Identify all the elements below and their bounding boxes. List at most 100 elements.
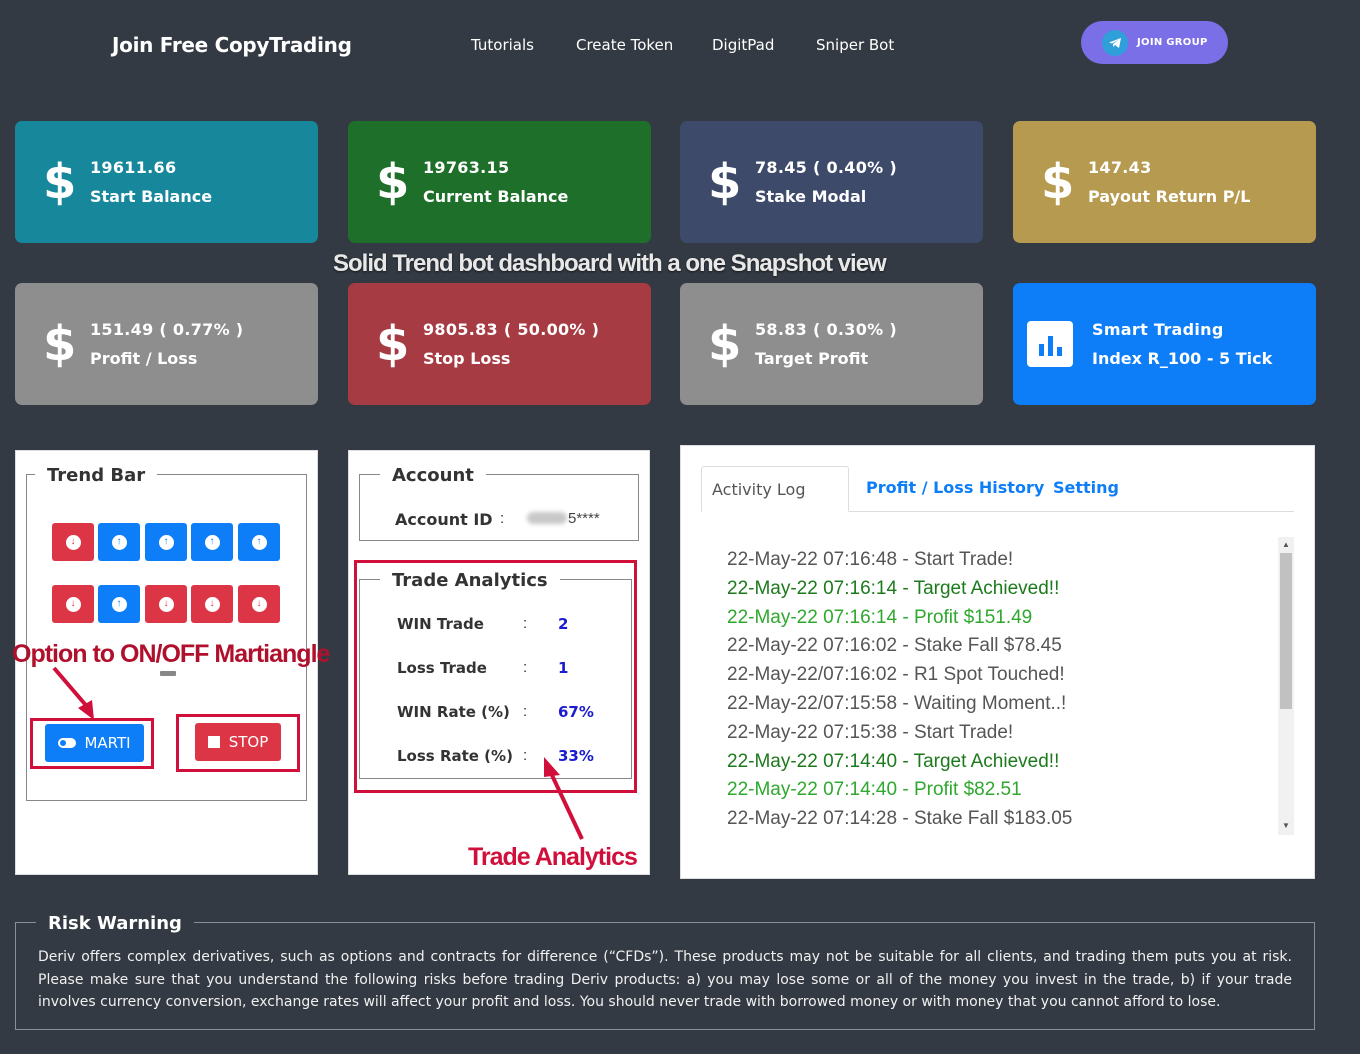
bar-chart-icon: [1027, 321, 1073, 367]
stop-loss-card: $ 9805.83 ( 50.00% ) Stop Loss: [348, 283, 651, 405]
arrow-up-icon: ↑: [204, 534, 220, 550]
trend-down-indicator: ↓: [145, 585, 187, 623]
log-entry: 22-May-22 07:16:14 - Profit $151.49: [727, 607, 1033, 628]
overlay-caption: Solid Trend bot dashboard with a one Sna…: [333, 250, 887, 277]
card-value: 9805.83 ( 50.00% ): [423, 320, 600, 339]
log-entry: 22-May-22 07:15:38 - Start Trade!: [727, 722, 1014, 743]
win-trade-value: 2: [558, 615, 569, 633]
log-entry: 22-May-22 07:16:14 - Target Achieved!!: [727, 578, 1060, 599]
scrollbar-thumb[interactable]: [1280, 553, 1292, 709]
log-scrollbar[interactable]: ▲ ▼: [1278, 537, 1294, 835]
brand-logo-text[interactable]: Join Free CopyTrading: [112, 33, 352, 57]
dollar-icon: $: [43, 154, 77, 210]
card-value: 151.49 ( 0.77% ): [90, 320, 244, 339]
arrow-up-icon: ↑: [158, 534, 174, 550]
trend-up-indicator: ↑: [98, 523, 140, 561]
tab-profit-loss-history[interactable]: Profit / Loss History: [866, 478, 1044, 497]
toggle-switch-icon: [58, 738, 77, 748]
win-trade-label: WIN Trade: [397, 615, 484, 633]
dollar-icon: $: [708, 316, 742, 372]
log-entry: 22-May-22 07:16:48 - Start Trade!: [727, 549, 1014, 570]
win-rate-value: 67%: [558, 703, 594, 721]
log-entry: 22-May-22/07:16:02 - R1 Spot Touched!: [727, 664, 1065, 685]
dollar-icon: $: [1041, 154, 1075, 210]
smart-trading-card: Smart Trading Index R_100 - 5 Tick: [1013, 283, 1316, 405]
card-label: Stake Modal: [755, 187, 867, 206]
card-label: Index R_100 - 5 Tick: [1092, 349, 1273, 368]
scroll-up-icon[interactable]: ▲: [1282, 540, 1290, 549]
account-id-label: Account ID: [395, 510, 493, 529]
card-label: Start Balance: [90, 187, 213, 206]
nav-link-tutorials[interactable]: Tutorials: [471, 36, 534, 54]
card-value: 19611.66: [90, 158, 177, 177]
tab-setting[interactable]: Setting: [1053, 478, 1119, 497]
trend-down-indicator: ↓: [52, 523, 94, 561]
card-label: Payout Return P/L: [1088, 187, 1251, 206]
trend-up-indicator: ↑: [191, 523, 233, 561]
arrow-down-icon: ↓: [204, 596, 220, 612]
dollar-icon: $: [708, 154, 742, 210]
nav-link-sniper-bot[interactable]: Sniper Bot: [816, 36, 894, 54]
trend-bar-title: Trend Bar: [35, 465, 158, 486]
nav-link-create-token[interactable]: Create Token: [576, 36, 673, 54]
card-value: Smart Trading: [1092, 320, 1224, 339]
card-value: 78.45 ( 0.40% ): [755, 158, 897, 177]
colon: :: [523, 703, 528, 720]
log-entry: 22-May-22 07:14:40 - Target Achieved!!: [727, 751, 1060, 772]
account-id-value: 5****: [568, 510, 600, 527]
payout-return-card: $ 147.43 Payout Return P/L: [1013, 121, 1316, 243]
arrow-down-icon: ↓: [65, 534, 81, 550]
card-label: Stop Loss: [423, 349, 511, 368]
stop-label: STOP: [228, 733, 269, 751]
marti-label: MARTI: [84, 734, 131, 752]
annotation-arrow: [544, 757, 584, 840]
log-entry: 22-May-22 07:14:40 - Profit $82.51: [727, 779, 1022, 800]
arrow-down-icon: ↓: [251, 596, 267, 612]
tab-activity-log[interactable]: Activity Log: [701, 466, 849, 512]
trend-up-indicator: ↑: [145, 523, 187, 561]
log-entry: 22-May-22 07:16:02 - Stake Fall $78.45: [727, 635, 1062, 656]
arrow-down-icon: ↓: [65, 596, 81, 612]
loss-trade-label: Loss Trade: [397, 659, 487, 677]
stop-square-icon: [207, 736, 220, 748]
win-rate-label: WIN Rate (%): [397, 703, 510, 721]
join-group-button[interactable]: JOIN GROUP: [1081, 21, 1228, 64]
marti-toggle-button[interactable]: MARTI: [45, 724, 144, 762]
loss-trade-value: 1: [558, 659, 569, 677]
risk-warning-text: Deriv offers complex derivatives, such a…: [38, 949, 1292, 1010]
dollar-icon: $: [376, 154, 410, 210]
join-group-label: JOIN GROUP: [1137, 37, 1208, 48]
telegram-icon: [1102, 29, 1128, 56]
stake-modal-card: $ 78.45 ( 0.40% ) Stake Modal: [680, 121, 983, 243]
card-label: Current Balance: [423, 187, 569, 206]
loss-rate-label: Loss Rate (%): [397, 747, 513, 765]
dollar-icon: $: [43, 316, 77, 372]
trend-down-indicator: ↓: [52, 585, 94, 623]
target-profit-card: $ 58.83 ( 0.30% ) Target Profit: [680, 283, 983, 405]
trend-down-indicator: ↓: [238, 585, 280, 623]
nav-link-digitpad[interactable]: DigitPad: [712, 36, 774, 54]
log-entry: 22-May-22 07:14:28 - Stake Fall $183.05: [727, 808, 1073, 829]
colon: :: [523, 615, 528, 632]
arrow-up-icon: ↑: [251, 534, 267, 550]
card-label: Target Profit: [755, 349, 869, 368]
tab-label: Activity Log: [712, 480, 806, 499]
arrow-up-icon: ↑: [111, 534, 127, 550]
analytics-title: Trade Analytics: [380, 570, 560, 591]
scroll-down-icon[interactable]: ▼: [1282, 821, 1290, 830]
card-value: 147.43: [1088, 158, 1152, 177]
annotation-arrow: [52, 666, 94, 720]
account-title: Account: [380, 465, 486, 486]
divider-dash: [160, 671, 176, 676]
start-balance-card: $ 19611.66 Start Balance: [15, 121, 318, 243]
stop-button[interactable]: STOP: [195, 723, 281, 761]
card-value: 58.83 ( 0.30% ): [755, 320, 897, 339]
card-label: Profit / Loss: [90, 349, 198, 368]
trend-up-indicator: ↑: [238, 523, 280, 561]
log-entry: 22-May-22/07:15:58 - Waiting Moment..!: [727, 693, 1067, 714]
trend-down-indicator: ↓: [191, 585, 233, 623]
profit-loss-card: $ 151.49 ( 0.77% ) Profit / Loss: [15, 283, 318, 405]
risk-warning-title: Risk Warning: [36, 913, 194, 934]
colon: :: [500, 510, 505, 527]
current-balance-card: $ 19763.15 Current Balance: [348, 121, 651, 243]
